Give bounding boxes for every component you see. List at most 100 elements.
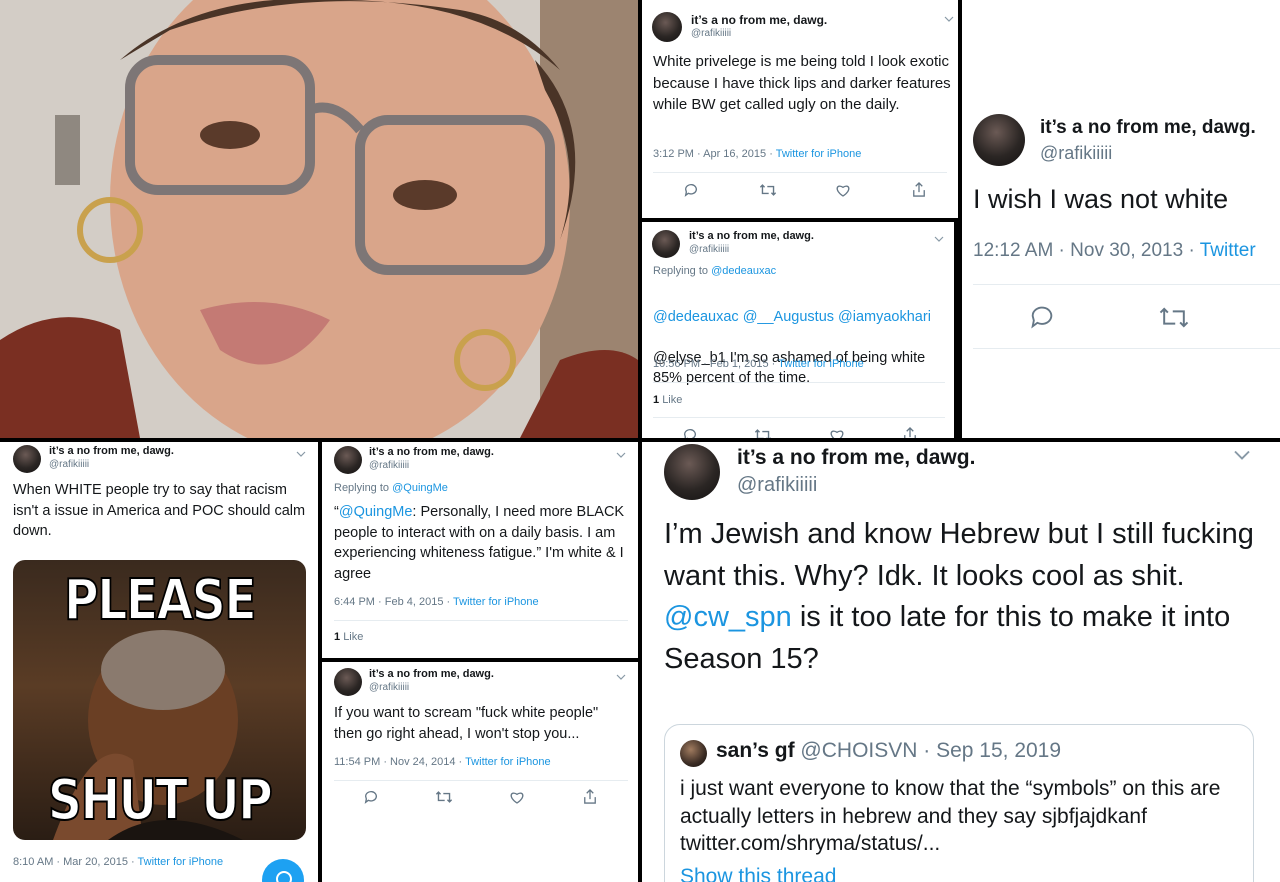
retweet-icon[interactable] <box>435 789 453 805</box>
avatar[interactable] <box>652 12 682 42</box>
retweet-icon[interactable] <box>759 182 777 198</box>
avatar[interactable] <box>680 740 707 767</box>
tweet-card: it’s a no from me, dawg. @rafikiiiii I w… <box>962 0 1280 438</box>
likes-count[interactable]: 1 Like <box>653 394 682 406</box>
compose-button[interactable] <box>262 859 304 882</box>
replying-to-label: Replying to <box>334 482 390 494</box>
tweet-meta: 11:54 PM · Nov 24, 2014 · Twitter for iP… <box>334 756 551 768</box>
tweet-text: White privelege is me being told I look … <box>653 53 951 113</box>
tweet-card: it’s a no from me, dawg. @rafikiiiii I’m… <box>642 442 1280 882</box>
retweet-icon[interactable] <box>1158 304 1190 331</box>
display-name[interactable]: it’s a no from me, dawg. <box>689 230 814 242</box>
quoted-text: i just want everyone to know that the “s… <box>680 777 1221 855</box>
tweet-card: it’s a no from me, dawg. @rafikiiiii Rep… <box>642 222 954 438</box>
selfie-photo <box>0 0 638 438</box>
tweet-source[interactable]: Twitter <box>1200 240 1256 261</box>
handle[interactable]: @rafikiiiii <box>49 459 89 470</box>
share-icon[interactable] <box>902 426 918 438</box>
avatar[interactable] <box>664 444 720 500</box>
tweet-time[interactable]: 10:56 PM · Feb 1, 2015 <box>653 358 769 370</box>
divider <box>973 284 1280 285</box>
tweet-text: I wish I was not white <box>973 184 1229 214</box>
tweet-card: it’s a no from me, dawg. @rafikiiiii If … <box>322 662 638 882</box>
quoted-header: san’s gf @CHOISVN · Sep 15, 2019 <box>716 739 1061 763</box>
quoted-date[interactable]: · Sep 15, 2019 <box>923 739 1061 762</box>
handle[interactable]: @rafikiiiii <box>691 28 731 39</box>
like-icon[interactable] <box>835 182 851 198</box>
handle[interactable]: @rafikiiiii <box>369 460 409 471</box>
display-name[interactable]: it’s a no from me, dawg. <box>49 445 174 457</box>
compose-icon <box>276 871 292 882</box>
divider <box>653 417 945 418</box>
likes-count[interactable]: 1 Like <box>334 631 363 643</box>
avatar[interactable] <box>334 446 362 474</box>
reply-mention[interactable]: @QuingMe <box>392 482 448 494</box>
replying-to: Replying to @QuingMe <box>334 482 448 494</box>
tweet-time[interactable]: 11:54 PM · Nov 24, 2014 <box>334 756 455 768</box>
tweet-source[interactable]: Twitter for iPhone <box>465 756 551 768</box>
tweet-card: it’s a no from me, dawg. @rafikiiiii Rep… <box>322 442 638 658</box>
quoted-name[interactable]: san’s gf <box>716 739 795 762</box>
tweet-body: I’m Jewish and know Hebrew but I still f… <box>664 518 1254 592</box>
meme-image[interactable]: PLEASE SHUT UP <box>13 560 306 840</box>
tweet-card: it’s a no from me, dawg. @rafikiiiii Whi… <box>642 0 958 218</box>
tweet-mention[interactable]: @QuingMe <box>339 504 413 520</box>
reply-icon[interactable] <box>682 427 698 438</box>
handle[interactable]: @rafikiiiii <box>689 244 729 255</box>
quoted-tweet[interactable]: san’s gf @CHOISVN · Sep 15, 2019 i just … <box>664 724 1254 882</box>
avatar[interactable] <box>973 114 1025 166</box>
chevron-down-icon[interactable] <box>944 10 954 28</box>
display-name[interactable]: it’s a no from me, dawg. <box>691 13 827 27</box>
display-name[interactable]: it’s a no from me, dawg. <box>369 668 494 680</box>
chevron-down-icon[interactable] <box>296 445 306 463</box>
tweet-text: If you want to scream "fuck white people… <box>334 705 599 742</box>
tweet-source[interactable]: Twitter for iPhone <box>138 856 224 868</box>
meme-top-caption: PLEASE <box>63 567 258 634</box>
tweet-time[interactable]: 12:12 AM · Nov 30, 2013 <box>973 240 1183 261</box>
reply-icon[interactable] <box>683 182 699 198</box>
handle[interactable]: @rafikiiiii <box>737 474 817 497</box>
display-name[interactable]: it’s a no from me, dawg. <box>737 446 975 470</box>
meme-bottom-caption: SHUT UP <box>47 767 274 834</box>
tweet-mention[interactable]: @cw_spn <box>664 601 792 633</box>
avatar[interactable] <box>13 445 41 473</box>
avatar[interactable] <box>334 668 362 696</box>
chevron-down-icon[interactable] <box>934 230 944 248</box>
like-icon[interactable] <box>509 789 525 805</box>
display-name[interactable]: it’s a no from me, dawg. <box>369 446 494 458</box>
share-icon[interactable] <box>582 788 598 805</box>
tweet-meta: 8:10 AM · Mar 20, 2015 · Twitter for iPh… <box>13 856 224 868</box>
chevron-down-icon[interactable] <box>616 446 626 464</box>
tweet-source[interactable]: Twitter for iPhone <box>776 148 862 160</box>
handle[interactable]: @rafikiiiii <box>1040 143 1112 164</box>
selfie-illustration <box>0 0 638 438</box>
reply-icon[interactable] <box>363 789 379 805</box>
replying-to-label: Replying to <box>653 265 709 277</box>
reply-icon[interactable] <box>1028 303 1056 331</box>
chevron-down-icon[interactable] <box>1232 448 1252 467</box>
avatar[interactable] <box>652 230 680 258</box>
display-name[interactable]: it’s a no from me, dawg. <box>1040 117 1256 139</box>
retweet-icon[interactable] <box>754 427 772 438</box>
tweet-time[interactable]: 3:12 PM · Apr 16, 2015 <box>653 148 766 160</box>
quoted-handle[interactable]: @CHOISVN <box>800 739 917 762</box>
handle[interactable]: @rafikiiiii <box>369 682 409 693</box>
tweet-source[interactable]: Twitter for iPhone <box>453 596 539 608</box>
tweet-time[interactable]: 8:10 AM · Mar 20, 2015 <box>13 856 128 868</box>
tweet-time[interactable]: 6:44 PM · Feb 4, 2015 <box>334 596 443 608</box>
tweet-meta: 6:44 PM · Feb 4, 2015 · Twitter for iPho… <box>334 596 539 608</box>
tweet-meta: 3:12 PM · Apr 16, 2015 · Twitter for iPh… <box>653 148 862 160</box>
show-thread-link[interactable]: Show this thread <box>680 865 836 882</box>
chevron-down-icon[interactable] <box>616 668 626 686</box>
tweet-card: it’s a no from me, dawg. @rafikiiiii Whe… <box>0 442 318 882</box>
tweet-mentions[interactable]: @dedeauxac @__Augustus @iamyaokhari <box>653 309 931 325</box>
divider <box>334 780 628 781</box>
reply-mention[interactable]: @dedeauxac <box>711 265 776 277</box>
replying-to: Replying to @dedeauxac <box>653 265 776 277</box>
divider <box>334 620 628 621</box>
like-icon[interactable] <box>829 427 845 438</box>
tweet-meta: 10:56 PM · Feb 1, 2015 · Twitter for iPh… <box>653 358 864 370</box>
divider <box>653 382 945 383</box>
share-icon[interactable] <box>911 181 927 198</box>
tweet-source[interactable]: Twitter for iPhone <box>778 358 864 370</box>
